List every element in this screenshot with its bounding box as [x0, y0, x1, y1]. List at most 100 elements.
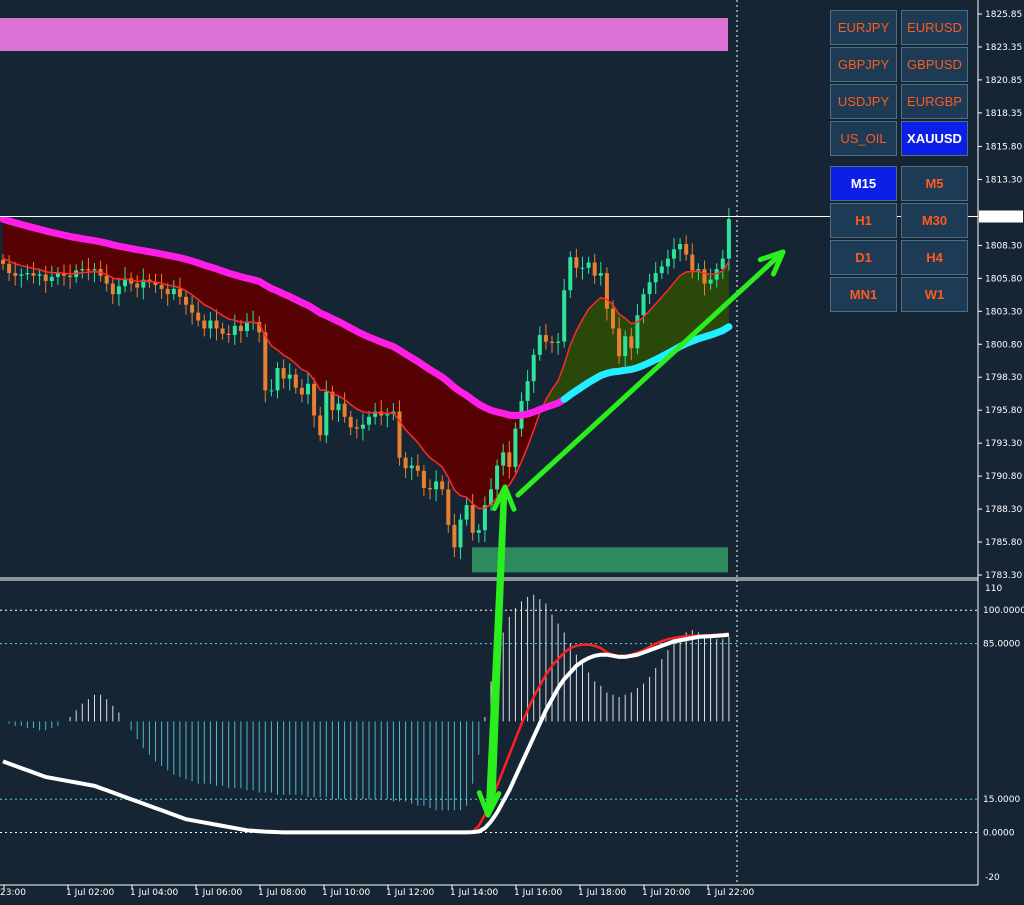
osc-main-line	[2, 632, 730, 835]
candle-body	[184, 296, 188, 305]
price-tick-label: 1800.80	[985, 340, 1022, 350]
symbol-button-us-oil[interactable]: US_OIL	[830, 121, 897, 156]
price-tick-label: 1798.30	[985, 373, 1022, 383]
time-tick-label: 1 Jul 14:00	[450, 888, 499, 898]
timeframe-button-m15[interactable]: M15	[830, 166, 897, 201]
symbol-button-gbpjpy[interactable]: GBPJPY	[830, 47, 897, 82]
candle-body	[165, 288, 170, 295]
bear-ma-fill	[3, 219, 540, 509]
candle-body	[287, 374, 292, 379]
candle-body	[513, 428, 518, 467]
candle-body	[232, 325, 237, 336]
candle-body	[672, 249, 676, 259]
candle-body	[336, 403, 341, 411]
symbol-button-eurgbp[interactable]: EURGBP	[901, 84, 968, 119]
candle-body	[501, 452, 506, 466]
price-tick-label: 1803.30	[985, 307, 1022, 317]
timeframe-button-d1[interactable]: D1	[830, 240, 897, 275]
candle-body	[171, 288, 176, 295]
candle-body	[360, 424, 365, 429]
candle-body	[80, 269, 85, 271]
osc-level-label: 15.0000	[983, 795, 1020, 805]
candle-body	[318, 415, 323, 436]
candle-body	[531, 354, 536, 382]
price-tick-label: 1805.80	[985, 274, 1022, 284]
candle-body	[409, 465, 414, 469]
candle-body	[367, 416, 371, 425]
timeframe-button-w1[interactable]: W1	[901, 277, 968, 312]
time-tick-label: 1 Jul 18:00	[578, 888, 627, 898]
candle-body	[19, 274, 24, 276]
symbol-button-xauusd[interactable]: XAUUSD	[901, 121, 968, 156]
timeframe-button-h1[interactable]: H1	[830, 203, 897, 238]
candle-body	[43, 274, 48, 281]
symbol-timeframe-panel: EURJPY EURUSD GBPJPY GBPUSD USDJPY EURGB…	[830, 10, 968, 312]
candle-body	[354, 427, 359, 429]
osc-level-label: 85.0000	[983, 640, 1020, 650]
time-tick-label: 1 Jul 12:00	[386, 888, 435, 898]
price-tick-label: 1785.80	[985, 538, 1022, 548]
candle-body	[580, 267, 585, 269]
candle-body	[226, 333, 231, 336]
candle-body	[31, 273, 36, 276]
candle-body	[312, 383, 317, 416]
candle-body	[726, 219, 731, 259]
candle-body	[214, 320, 219, 329]
time-tick-label: 23:00	[0, 888, 26, 898]
osc-level-label: 100.0000	[983, 606, 1024, 616]
candle-body	[263, 332, 268, 391]
candle-body	[446, 489, 451, 525]
timeframe-button-m30[interactable]: M30	[901, 203, 968, 238]
candle-body	[104, 275, 109, 284]
candle-body	[537, 335, 542, 355]
price-tick-label: 1813.30	[985, 175, 1022, 185]
timeframe-button-h4[interactable]: H4	[901, 240, 968, 275]
candle-body	[629, 336, 634, 349]
candle-body	[306, 383, 310, 395]
symbol-button-eurusd[interactable]: EURUSD	[901, 10, 968, 45]
candle-body	[135, 283, 140, 288]
candle-body	[202, 320, 207, 329]
candle-body	[507, 452, 512, 467]
candle-body	[293, 374, 298, 388]
timeframe-button-m5[interactable]: M5	[901, 166, 968, 201]
candle-body	[452, 524, 457, 548]
symbol-button-eurjpy[interactable]: EURJPY	[830, 10, 897, 45]
candle-body	[556, 341, 561, 343]
candle-body	[86, 269, 91, 271]
candle-body	[299, 387, 304, 395]
candle-body	[177, 288, 182, 297]
candle-body	[37, 274, 42, 276]
candle-body	[421, 470, 426, 488]
candle-body	[342, 403, 347, 417]
candle-body	[592, 262, 597, 276]
price-tick-label: 1788.30	[985, 505, 1022, 515]
symbol-button-gbpusd[interactable]: GBPUSD	[901, 47, 968, 82]
candle-body	[25, 273, 30, 275]
candle-body	[49, 277, 54, 281]
candle-body	[647, 282, 652, 295]
candle-body	[190, 304, 195, 313]
candle-body	[568, 257, 573, 291]
price-tick-label: 1820.85	[985, 76, 1022, 86]
time-tick-label: 1 Jul 22:00	[706, 888, 755, 898]
price-tick-label: 1823.35	[985, 43, 1022, 53]
candle-body	[238, 325, 243, 332]
time-tick-label: 1 Jul 04:00	[130, 888, 179, 898]
demand-zone	[472, 547, 728, 573]
candle-body	[385, 414, 390, 416]
candle-body	[208, 320, 213, 329]
time-tick-label: 1 Jul 08:00	[258, 888, 307, 898]
candle-body	[684, 244, 689, 255]
price-tick-label: 1825.85	[985, 10, 1022, 20]
osc-signal-line	[2, 632, 730, 834]
candle-body	[55, 273, 60, 278]
candle-body	[196, 312, 201, 321]
candle-body	[7, 263, 12, 274]
candle-body	[13, 273, 18, 276]
candle-body	[470, 505, 475, 533]
osc-level-label: 0.0000	[983, 829, 1015, 839]
timeframe-button-mn1[interactable]: MN1	[830, 277, 897, 312]
price-tick-label: 1790.80	[985, 472, 1022, 482]
symbol-button-usdjpy[interactable]: USDJPY	[830, 84, 897, 119]
